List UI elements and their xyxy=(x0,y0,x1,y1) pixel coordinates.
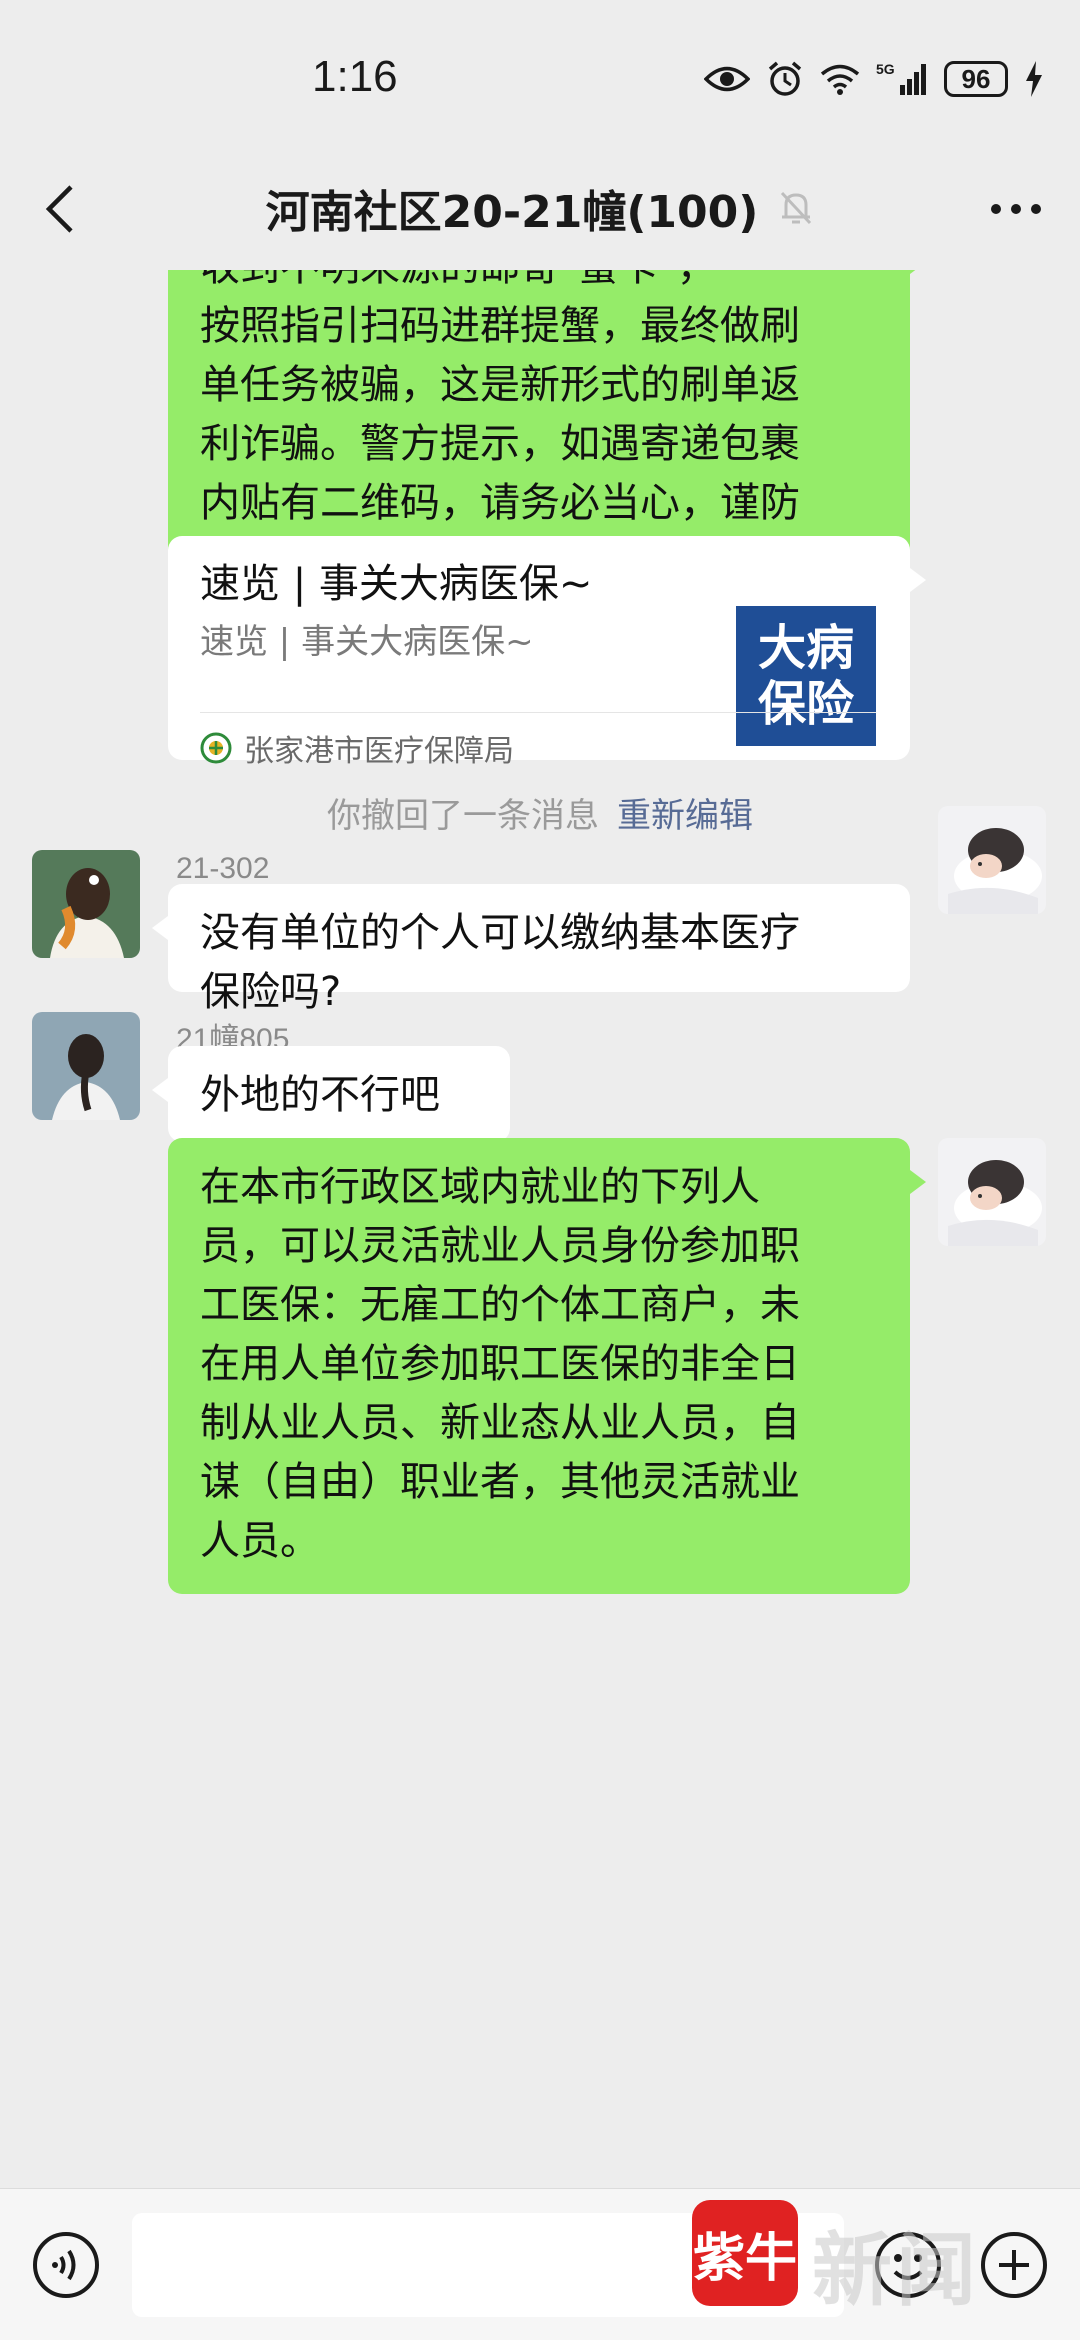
thumb-line-1: 大病 xyxy=(757,620,854,676)
status-icons: 5G 96 xyxy=(704,56,1044,102)
chat-title: 河南社区20-21幢(100) xyxy=(265,187,759,238)
more-icon xyxy=(991,204,1041,214)
signal-5g-icon: 5G xyxy=(876,61,926,95)
self-avatar[interactable] xyxy=(938,1138,1046,1246)
svg-text:5G: 5G xyxy=(876,61,895,77)
recall-notice: 你撤回了一条消息 重新编辑 xyxy=(0,788,1080,837)
chat-screen: 1:16 5G 96 河南社区20-21幢(100) 按照指引扫码进群提蟹，最终… xyxy=(0,0,1080,2340)
wifi-icon xyxy=(820,64,860,95)
message-bubble[interactable]: 没有单位的个人可以缴纳基本医疗 保险吗? xyxy=(152,884,910,1015)
card-source-name: 张家港市医疗保障局 xyxy=(244,734,514,769)
sender-name: 21-302 xyxy=(176,852,270,885)
card-divider xyxy=(200,712,876,713)
message-bubble[interactable]: 在本市行政区域内就业的下列人 员，可以灵活就业人员身份参加职 工医保：无雇工的个… xyxy=(168,1138,926,1594)
mute-bell-icon xyxy=(781,191,812,225)
card-source: 张家港市医疗保障局 xyxy=(200,726,514,770)
plus-icon xyxy=(981,2232,1047,2298)
source-logo-icon xyxy=(200,732,232,764)
chat-title-wrap: 河南社区20-21幢(100) xyxy=(0,176,1080,240)
thumb-line-2: 保险 xyxy=(757,676,854,732)
watermark-text: 新闻 xyxy=(812,2224,980,2317)
reedit-link[interactable]: 重新编辑 xyxy=(617,796,753,836)
card-thumbnail: 大病 保险 xyxy=(736,606,876,746)
status-time: 1:16 xyxy=(312,52,398,101)
card-description: 速览 | 事关大病医保~ xyxy=(200,622,534,662)
sender-avatar[interactable] xyxy=(32,1012,140,1120)
plus-button[interactable] xyxy=(978,2229,1050,2301)
message-list[interactable]: 收到不明来源的邮寄"蟹卡"， 按照指引扫码进群提蟹，最终做刷 单任务被骗，这是新… xyxy=(0,270,1080,2188)
eye-icon xyxy=(704,66,750,92)
link-card[interactable]: 速览 | 事关大病医保~ 速览 | 事关大病医保~ 大病 保险 张家港市医疗保障… xyxy=(168,536,926,769)
recall-text: 你撤回了一条消息 xyxy=(327,796,599,836)
watermark-logo: 紫牛 xyxy=(692,2200,798,2306)
alarm-icon xyxy=(768,61,802,96)
voice-icon xyxy=(33,2232,99,2298)
sender-avatar[interactable] xyxy=(32,850,140,958)
status-bar: 1:16 5G 96 xyxy=(0,0,1080,150)
card-title: 速览 | 事关大病医保~ xyxy=(200,561,593,607)
chat-header: 河南社区20-21幢(100) xyxy=(0,150,1080,270)
battery-indicator: 96 xyxy=(944,61,1008,97)
charging-icon xyxy=(1026,61,1042,97)
voice-button[interactable] xyxy=(30,2229,102,2301)
message-bubble[interactable]: 外地的不行吧 xyxy=(152,1046,510,1142)
more-button[interactable] xyxy=(976,174,1056,244)
